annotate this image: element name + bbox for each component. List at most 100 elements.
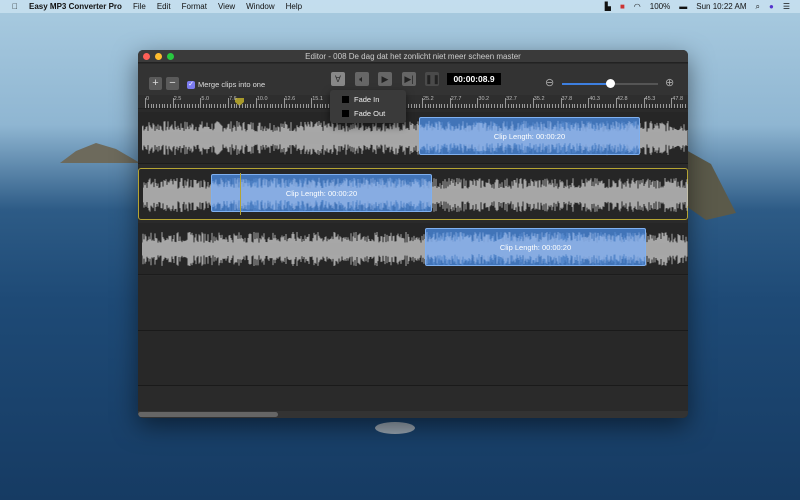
ruler-tick	[247, 104, 249, 108]
ruler-tick	[455, 104, 457, 108]
notification-center-icon[interactable]: ☰	[783, 2, 790, 11]
ruler-tick	[264, 104, 266, 108]
menu-help[interactable]: Help	[286, 2, 302, 11]
search-icon[interactable]: ⌕	[756, 2, 760, 12]
menu-window[interactable]: Window	[246, 2, 274, 11]
ruler-tick	[435, 104, 437, 108]
horizontal-scrollbar[interactable]	[138, 411, 688, 418]
ruler-tick	[175, 104, 177, 108]
ruler-tick	[638, 104, 640, 108]
ruler-label: 37.8	[561, 96, 573, 102]
ruler-label: 25.2	[423, 96, 434, 102]
checkbox[interactable]	[342, 96, 349, 103]
battery-icon[interactable]: ▬	[679, 2, 687, 11]
ruler-tick	[211, 104, 213, 108]
ruler-tick	[665, 104, 667, 108]
clip-region[interactable]: Clip Length: 00:00:20	[211, 174, 432, 212]
zoom-button[interactable]	[167, 53, 174, 60]
pause-button[interactable]: ❚❚	[425, 72, 440, 86]
ruler-tick	[200, 98, 202, 108]
zoom-out-icon[interactable]: ⊖	[545, 76, 554, 89]
checkmark-icon[interactable]: ✓	[187, 80, 195, 89]
ruler-tick	[538, 104, 540, 108]
zoom-slider-knob[interactable]	[606, 79, 615, 88]
wifi-icon[interactable]: ◠	[634, 2, 641, 11]
clip-length-label: Clip Length: 00:00:20	[285, 189, 358, 198]
timeline-ruler[interactable]: 0 2.5 5.0 7.6 10.0 12.6 15.1 25.2 27.7 30.2 32.7 35…	[138, 95, 688, 109]
ruler-tick	[532, 98, 534, 108]
clip-region[interactable]: Clip Length: 00:00:20	[419, 117, 640, 155]
ruler-tick	[228, 98, 230, 108]
ruler-label: 35.2	[533, 96, 545, 102]
ruler-tick	[217, 104, 219, 108]
app-status-icon[interactable]: ▙	[605, 2, 611, 11]
ruler-tick	[585, 104, 587, 108]
empty-track	[138, 331, 688, 386]
fade-in-option[interactable]: Fade In	[342, 95, 379, 104]
ruler-tick	[416, 104, 418, 108]
apple-icon[interactable]: 	[12, 2, 18, 11]
track-2[interactable]: Clip Length: 00:00:20	[138, 168, 688, 220]
ruler-tick	[510, 104, 512, 108]
ruler-tick	[507, 104, 509, 108]
merge-checkbox[interactable]: ✓ Merge clips into one	[187, 80, 265, 89]
menu-format[interactable]: Format	[182, 2, 207, 11]
clock[interactable]: Sun 10:22 AM	[696, 2, 746, 11]
ruler-tick	[579, 104, 581, 108]
ruler-tick	[446, 104, 448, 108]
clip-length-label: Clip Length: 00:00:20	[499, 243, 572, 252]
ruler-tick	[241, 104, 243, 108]
volume-button[interactable]: 🔈︎	[355, 72, 369, 86]
ruler-tick	[164, 104, 166, 108]
ruler-tick	[521, 104, 523, 108]
flag-icon[interactable]: ■	[620, 2, 625, 11]
remove-clip-button[interactable]: −	[166, 77, 179, 90]
clip-region[interactable]: Clip Length: 00:00:20	[425, 228, 646, 266]
scrollbar-thumb[interactable]	[138, 412, 278, 417]
ruler-tick	[413, 104, 415, 108]
ruler-tick	[571, 104, 573, 108]
track-3[interactable]: Clip Length: 00:00:20	[138, 223, 688, 275]
ruler-tick	[194, 104, 196, 108]
menu-file[interactable]: File	[133, 2, 146, 11]
ruler-tick	[527, 104, 529, 108]
ruler-tick	[593, 104, 595, 108]
ruler-tick	[233, 104, 235, 108]
ruler-tick	[604, 104, 606, 108]
add-clip-button[interactable]: +	[149, 77, 162, 90]
menu-edit[interactable]: Edit	[157, 2, 171, 11]
ruler-tick	[189, 104, 191, 108]
fade-out-option[interactable]: Fade Out	[342, 109, 385, 118]
play-button[interactable]: ▶	[378, 72, 392, 86]
ruler-tick	[277, 104, 279, 108]
ruler-tick	[266, 104, 268, 108]
zoom-slider[interactable]	[562, 79, 658, 88]
fade-button[interactable]: ∀	[331, 72, 345, 86]
ruler-tick	[178, 104, 180, 108]
menu-view[interactable]: View	[218, 2, 235, 11]
ruler-tick	[535, 104, 537, 108]
zoom-in-icon[interactable]: ⊕	[665, 76, 674, 89]
play-to-end-button[interactable]: ▶|	[402, 72, 416, 86]
battery-percent[interactable]: 100%	[650, 2, 670, 11]
ruler-tick	[676, 104, 678, 108]
ruler-tick	[563, 104, 565, 108]
ruler-tick	[222, 104, 224, 108]
ruler-tick	[610, 104, 612, 108]
island-right	[686, 150, 736, 220]
minimize-button[interactable]	[155, 53, 162, 60]
ruler-tick	[505, 98, 507, 108]
ruler-tick	[530, 104, 532, 108]
close-button[interactable]	[143, 53, 150, 60]
ruler-tick	[640, 104, 642, 108]
ruler-tick	[660, 104, 662, 108]
checkbox[interactable]	[342, 110, 349, 117]
ruler-tick	[607, 104, 609, 108]
ruler-tick	[147, 104, 149, 108]
menu-app-name[interactable]: Easy MP3 Converter Pro	[29, 2, 122, 11]
track-1[interactable]: Clip Length: 00:00:20	[138, 112, 688, 164]
ruler-tick	[557, 104, 559, 108]
ruler-tick	[181, 104, 182, 108]
siri-icon[interactable]: ●	[769, 2, 774, 11]
ruler-tick	[624, 104, 626, 108]
